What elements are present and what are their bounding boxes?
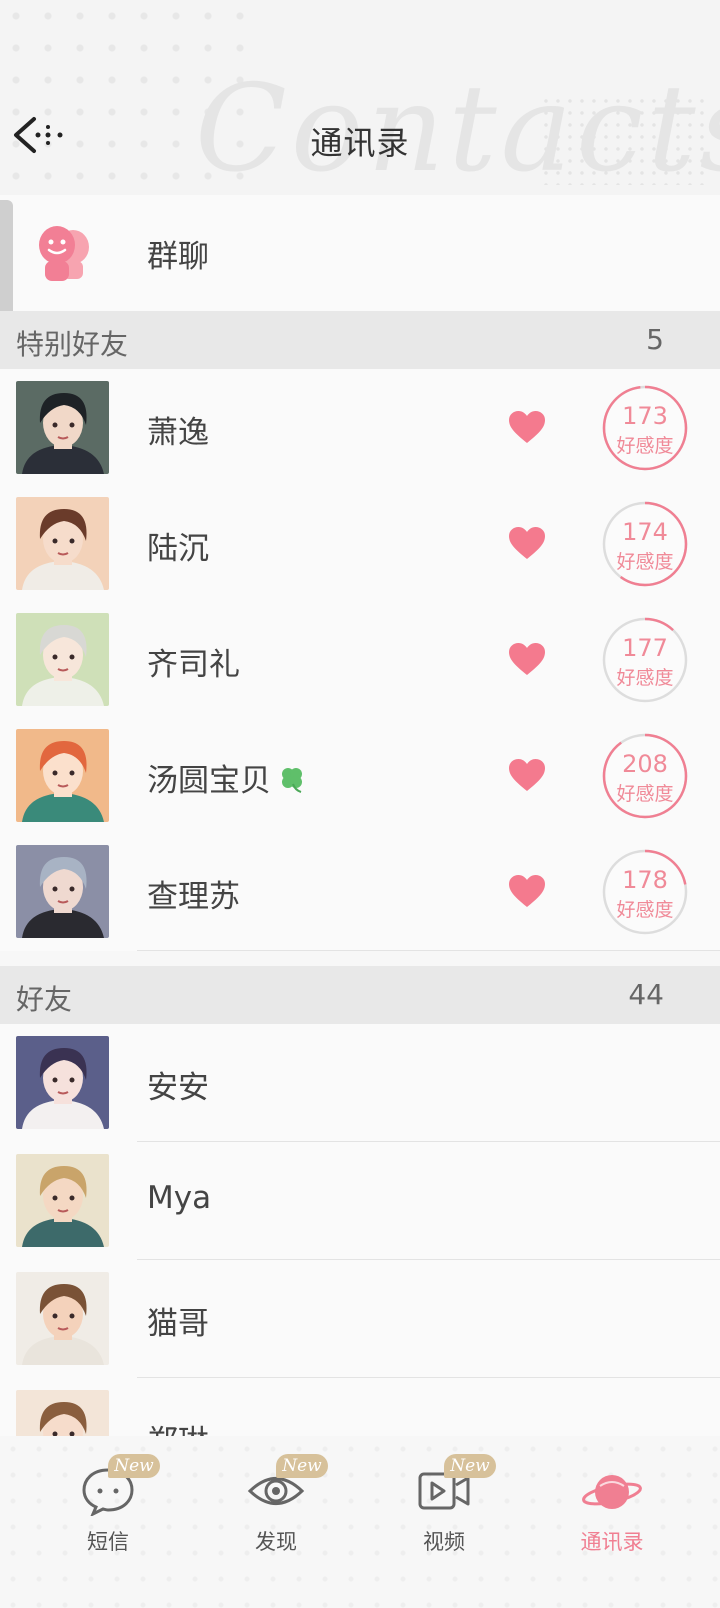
avatar: [16, 381, 109, 474]
heart-icon[interactable]: [508, 410, 546, 444]
tab-messages[interactable]: New 短信: [48, 1454, 168, 1568]
page-title: 通讯录: [310, 124, 410, 162]
affection-value: 178: [622, 866, 668, 894]
contact-row[interactable]: 查理苏 178 好感度: [0, 833, 720, 951]
section-header-friends: 好友 44: [0, 966, 720, 1024]
avatar: [16, 1272, 109, 1365]
affection-value: 174: [622, 518, 668, 546]
heart-icon[interactable]: [508, 526, 546, 560]
tab-discover[interactable]: New 发现: [216, 1454, 336, 1568]
avatar: [16, 497, 109, 590]
contact-row[interactable]: 汤圆宝贝 208 好感度: [0, 717, 720, 835]
affection-label: 好感度: [616, 551, 674, 573]
contact-name: 汤圆宝贝: [147, 755, 307, 802]
contact-name: Mya: [147, 1180, 212, 1216]
affection-label: 好感度: [616, 667, 674, 689]
contact-name: 安安: [147, 1070, 209, 1106]
clover-icon: [277, 764, 307, 802]
tab-contacts[interactable]: 通讯录: [552, 1458, 672, 1568]
heart-icon[interactable]: [508, 874, 546, 908]
avatar: [16, 1036, 109, 1129]
avatar: [16, 729, 109, 822]
tab-video[interactable]: New 视频: [384, 1454, 504, 1568]
tab-label: 通讯录: [580, 1530, 644, 1554]
planet-contacts-icon: [582, 1475, 642, 1509]
section-title: 好友: [16, 983, 73, 1016]
affection-label: 好感度: [616, 783, 674, 805]
tab-label: 短信: [87, 1530, 129, 1554]
contact-name-text: 齐司礼: [147, 647, 240, 683]
contact-name-text: 查理苏: [147, 879, 240, 915]
contact-name-text: 萧逸: [147, 415, 209, 451]
new-badge: New: [444, 1454, 496, 1478]
contact-row[interactable]: 安安: [0, 1024, 720, 1142]
section-count: 5: [646, 323, 664, 356]
section-title: 特别好友: [16, 328, 129, 361]
affection-label: 好感度: [616, 899, 674, 921]
section-header-special: 特别好友 5: [0, 311, 720, 369]
contact-name-text: 陆沉: [147, 531, 209, 567]
divider: [137, 950, 720, 951]
affection-value: 177: [622, 634, 668, 662]
contact-name: 猫哥: [147, 1306, 209, 1342]
contact-row[interactable]: Mya: [0, 1142, 720, 1260]
new-badge: New: [276, 1454, 328, 1478]
header: Contacts 通讯录: [0, 0, 720, 195]
contact-name-text: 汤圆宝贝: [147, 763, 271, 799]
contact-row[interactable]: 陆沉 174 好感度: [0, 485, 720, 603]
affection-label: 好感度: [616, 435, 674, 457]
group-chat-row[interactable]: 群聊: [0, 195, 720, 311]
contact-name: 查理苏: [147, 871, 240, 916]
tab-label: 视频: [423, 1530, 465, 1554]
contact-name: 萧逸: [147, 407, 209, 452]
contact-row[interactable]: 齐司礼 177 好感度: [0, 601, 720, 719]
contact-name: 齐司礼: [147, 639, 240, 684]
section-count: 44: [628, 978, 664, 1011]
affection-value: 208: [622, 750, 668, 778]
avatar: [16, 845, 109, 938]
avatar: [16, 613, 109, 706]
new-badge: New: [108, 1454, 160, 1478]
contact-row[interactable]: 猫哥: [0, 1260, 720, 1378]
contact-name: 陆沉: [147, 523, 209, 568]
heart-icon[interactable]: [508, 642, 546, 676]
group-chat-label: 群聊: [147, 239, 209, 275]
affection-value: 173: [622, 402, 668, 430]
group-chat-icon: [39, 226, 89, 281]
bottom-tab-bar: New 短信 New 发现 New 视频 通讯录: [0, 1436, 720, 1608]
heart-icon[interactable]: [508, 758, 546, 792]
tab-label: 发现: [255, 1530, 297, 1554]
avatar: [16, 1154, 109, 1247]
contact-row[interactable]: 萧逸 173 好感度: [0, 369, 720, 487]
